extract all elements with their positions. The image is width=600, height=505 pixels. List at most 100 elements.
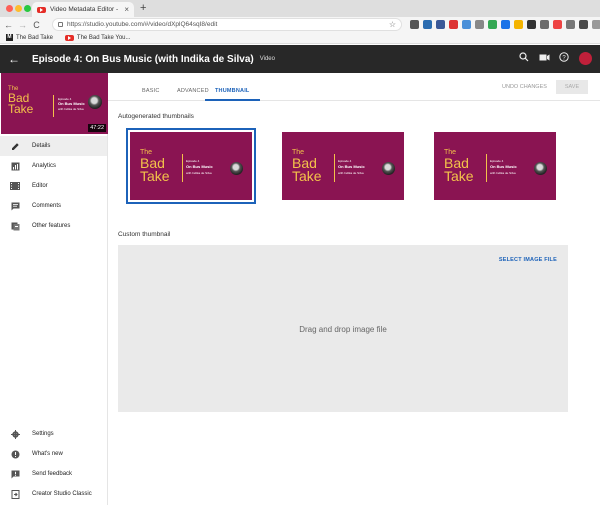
thumb-divider	[334, 154, 335, 182]
autogenerated-thumbnail-1[interactable]: The Bad Take Episode 4 On Bus Music with…	[126, 128, 256, 204]
sidebar-item-creator-studio-classic[interactable]: Creator Studio Classic	[0, 484, 107, 504]
pencil-icon	[10, 142, 20, 151]
extension-icon[interactable]	[527, 20, 536, 29]
browser-reload-button[interactable]: C	[32, 20, 41, 30]
browser-forward-button[interactable]: →	[18, 20, 27, 30]
bookmark-favicon-icon: M	[6, 34, 13, 41]
sidebar-item-editor[interactable]: Editor	[0, 176, 107, 196]
pocket-extension-icon[interactable]	[410, 20, 419, 29]
window-zoom-button[interactable]	[24, 5, 31, 12]
thumbnail-image: The Bad Take Episode 4 On Bus Music with…	[434, 132, 556, 200]
thumb-guest: with Indika de Silva	[490, 171, 516, 175]
sidebar-item-label: Send feedback	[32, 471, 73, 477]
extension-icon[interactable]	[514, 20, 523, 29]
sidebar: The Bad Take Episode 4 On Bus Music with…	[0, 73, 108, 505]
guest-photo	[382, 162, 395, 175]
bookmark-label: The Bad Take	[16, 34, 53, 41]
sidebar-item-comments[interactable]: Comments	[0, 196, 107, 216]
thumb-divider	[53, 95, 54, 117]
thumb-word: Take	[8, 102, 34, 116]
sidebar-item-label: What's new	[32, 451, 63, 457]
browser-back-button[interactable]: ←	[4, 20, 13, 30]
tab-close-icon[interactable]: ×	[124, 5, 129, 14]
create-video-icon[interactable]	[539, 53, 550, 65]
page-subtitle: Video	[259, 56, 275, 62]
sidebar-item-details[interactable]: Details	[0, 136, 107, 156]
search-icon[interactable]	[519, 52, 529, 65]
sidebar-item-label: Other features	[32, 223, 71, 229]
extension-icon[interactable]	[579, 20, 588, 29]
undo-changes-button[interactable]: UNDO CHANGES	[502, 84, 547, 90]
autogenerated-thumbnail-2[interactable]: The Bad Take Episode 4 On Bus Music with…	[282, 132, 404, 200]
autogenerated-label: Autogenerated thumbnails	[118, 113, 194, 120]
extension-icon[interactable]	[423, 20, 432, 29]
browser-titlebar: Video Metadata Editor - YouTu... × +	[0, 0, 600, 17]
guest-photo	[534, 162, 547, 175]
thumb-topic: On Bus Music	[490, 164, 517, 169]
drive-extension-icon[interactable]	[488, 20, 497, 29]
guest-photo	[88, 95, 102, 109]
extension-icon[interactable]	[592, 20, 600, 29]
thumb-topic: On Bus Music	[338, 164, 365, 169]
thumbnail-image: The Bad Take Episode 4 On Bus Music with…	[282, 132, 404, 200]
sidebar-item-send-feedback[interactable]: Send feedback	[0, 464, 107, 484]
other-features-icon	[10, 222, 20, 231]
tab-advanced[interactable]: ADVANCED	[177, 73, 209, 101]
extension-icon[interactable]	[566, 20, 575, 29]
bookmark-item[interactable]: M The Bad Take	[6, 34, 53, 41]
sidebar-item-label: Settings	[32, 431, 54, 437]
comments-icon	[10, 202, 20, 211]
bookmark-star-icon[interactable]: ☆	[389, 20, 396, 29]
thumb-word: Take	[444, 168, 474, 184]
classic-icon	[10, 489, 20, 499]
gear-icon	[10, 429, 20, 439]
thumbnail-image: The Bad Take Episode 4 On Bus Music with…	[130, 132, 252, 200]
sidebar-item-label: Details	[32, 143, 51, 149]
new-tab-button[interactable]: +	[140, 2, 146, 14]
sidebar-item-other-features[interactable]: Other features	[0, 216, 107, 236]
address-bar[interactable]: https://studio.youtube.com/#/video/dXplQ…	[52, 18, 402, 31]
sidebar-item-label: Editor	[32, 183, 48, 189]
url-text[interactable]: https://studio.youtube.com/#/video/dXplQ…	[67, 21, 385, 28]
extension-icon[interactable]	[462, 20, 471, 29]
extension-icon[interactable]	[540, 20, 549, 29]
page-title: Episode 4: On Bus Music (with Indika de …	[32, 53, 254, 65]
thumb-guest: with Indika de Silva	[186, 171, 212, 175]
custom-thumbnail-dropzone[interactable]: SELECT IMAGE FILE Drag and drop image fi…	[118, 245, 568, 412]
thumb-word: Take	[292, 168, 322, 184]
extension-icon[interactable]	[501, 20, 510, 29]
info-icon	[10, 450, 20, 459]
custom-thumbnail-label: Custom thumbnail	[118, 231, 171, 238]
browser-tab[interactable]: Video Metadata Editor - YouTu... ×	[32, 2, 134, 17]
window-close-button[interactable]	[6, 5, 13, 12]
feedback-icon	[10, 470, 20, 479]
account-avatar[interactable]	[579, 52, 592, 65]
thumb-word: Take	[140, 168, 170, 184]
extension-icon[interactable]	[475, 20, 484, 29]
sidebar-item-analytics[interactable]: Analytics	[0, 156, 107, 176]
extension-icon[interactable]	[436, 20, 445, 29]
bookmark-item[interactable]: The Bad Take You...	[64, 34, 131, 41]
extension-icon[interactable]	[553, 20, 562, 29]
editor-icon	[10, 182, 20, 191]
save-button[interactable]: SAVE	[556, 80, 588, 94]
tab-basic[interactable]: BASIC	[142, 73, 160, 101]
help-icon[interactable]: ?	[559, 52, 569, 65]
analytics-icon	[10, 162, 20, 171]
sidebar-item-whats-new[interactable]: What's new	[0, 444, 107, 464]
window-minimize-button[interactable]	[15, 5, 22, 12]
sidebar-item-label: Creator Studio Classic	[32, 491, 92, 497]
studio-header: ← Episode 4: On Bus Music (with Indika d…	[0, 45, 600, 73]
tab-thumbnail[interactable]: THUMBNAIL	[205, 73, 260, 101]
back-arrow-icon[interactable]: ←	[0, 52, 28, 66]
thumb-guest: with Indika de Silva	[338, 171, 364, 175]
sidebar-item-label: Analytics	[32, 163, 57, 169]
thumb-divider	[486, 154, 487, 182]
guest-photo	[230, 162, 243, 175]
sidebar-item-settings[interactable]: Settings	[0, 424, 107, 444]
extension-icon[interactable]	[449, 20, 458, 29]
select-image-file-button[interactable]: SELECT IMAGE FILE	[499, 257, 557, 263]
autogenerated-thumbnail-3[interactable]: The Bad Take Episode 4 On Bus Music with…	[434, 132, 556, 200]
video-thumbnail-preview[interactable]: The Bad Take Episode 4 On Bus Music with…	[1, 73, 108, 134]
video-duration: 47:22	[88, 124, 106, 132]
